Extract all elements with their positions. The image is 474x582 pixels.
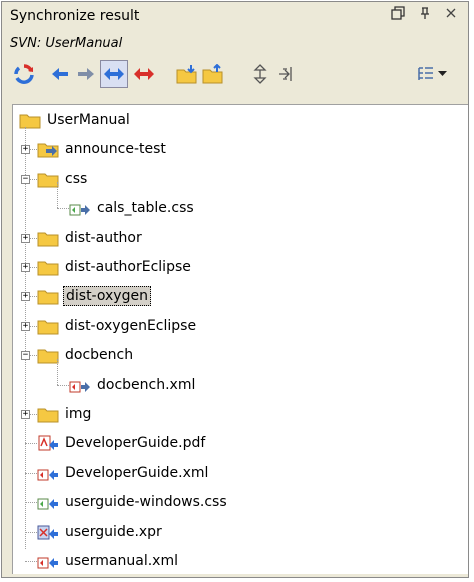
toolbar <box>2 60 468 90</box>
tree-item[interactable]: css <box>37 167 89 191</box>
pin-icon[interactable] <box>416 6 434 24</box>
tree-root-label: UserManual <box>47 112 130 128</box>
sync-tree[interactable]: UserManual + announce-test − css cals_table.… <box>12 104 468 574</box>
tree-item-label: dist-oxygen <box>63 286 151 307</box>
tree-item[interactable]: announce-test <box>37 137 168 161</box>
pdf-file-incoming-icon <box>38 435 58 451</box>
tree-item[interactable]: docbench.xml <box>69 373 197 397</box>
both-directions-button[interactable] <box>100 60 128 88</box>
tree-item-label: dist-author <box>65 229 142 246</box>
tree-item-label: docbench.xml <box>97 376 196 393</box>
left-arrow-blue-icon <box>52 68 68 80</box>
tree-item-label: announce-test <box>65 141 166 158</box>
tree-item[interactable]: dist-oxygenEclipse <box>37 314 198 338</box>
folder-icon <box>37 290 59 305</box>
tree-item-label: dist-oxygenEclipse <box>65 317 197 334</box>
incoming-mode-button[interactable] <box>46 60 74 88</box>
tree-connector <box>25 443 37 445</box>
tree-item-label: css <box>65 170 88 187</box>
tree-item[interactable]: cals_table.css <box>69 196 196 220</box>
restore-icon[interactable] <box>389 6 407 24</box>
tree-item[interactable]: docbench <box>37 343 135 367</box>
right-arrow-gray-icon <box>78 68 94 80</box>
tree-item-label: userguide-windows.css <box>65 494 227 511</box>
tree-item[interactable]: userguide-windows.css <box>37 490 229 514</box>
tree-item[interactable]: img <box>37 402 93 426</box>
synchronize-view: Synchronize result SVN: UserManual UserM… <box>1 1 469 578</box>
updown-arrows-icon <box>253 64 267 84</box>
xml-file-incoming-icon <box>37 557 58 569</box>
css-file-outgoing-icon <box>69 204 90 216</box>
repository-label: SVN: UserManual <box>10 36 123 51</box>
tree-item-label: usermanual.xml <box>65 553 178 569</box>
arrow-bar-icon <box>279 67 292 81</box>
tree-item[interactable]: usermanual.xml <box>37 549 180 573</box>
folder-expand-icon <box>176 65 197 84</box>
tree-connector <box>25 502 37 504</box>
folder-icon <box>19 114 41 129</box>
double-arrow-red-icon <box>134 68 154 80</box>
view-menu-button[interactable] <box>434 60 450 88</box>
tree-expander[interactable]: + <box>21 410 30 419</box>
tree-expander[interactable]: + <box>21 233 30 243</box>
collapse-all-button[interactable] <box>200 60 228 88</box>
tree-root[interactable]: UserManual <box>19 108 132 132</box>
chevron-down-icon <box>437 71 447 76</box>
previous-change-button[interactable] <box>246 60 274 88</box>
tree-item-label: img <box>65 406 92 422</box>
tree-item[interactable]: userguide.xpr <box>37 520 164 544</box>
tree-expander[interactable]: − <box>21 351 30 361</box>
folder-icon <box>37 232 59 247</box>
tree-item[interactable]: DeveloperGuide.pdf <box>37 431 207 455</box>
folder-icon <box>37 261 59 276</box>
folder-collapse-icon <box>202 64 223 84</box>
tree-item-label: docbench <box>65 347 134 364</box>
tree-item-label: userguide.xpr <box>65 523 162 540</box>
tree-connector <box>57 384 69 386</box>
tree-item[interactable]: DeveloperGuide.xml <box>37 461 210 485</box>
expand-all-button[interactable] <box>174 60 202 88</box>
folder-icon <box>37 173 59 188</box>
close-icon[interactable] <box>442 6 460 24</box>
tree-item-label: DeveloperGuide.xml <box>65 464 209 481</box>
tree-expander[interactable]: − <box>21 174 30 184</box>
tree-item[interactable]: dist-author <box>37 226 144 250</box>
xml-file-outgoing-icon <box>69 381 90 393</box>
tree-item-label: cals_table.css <box>97 200 194 217</box>
folder-icon <box>37 408 59 423</box>
view-titlebar: Synchronize result <box>2 2 468 29</box>
conflicts-mode-button[interactable] <box>130 60 158 88</box>
tree-expander[interactable]: + <box>21 292 30 302</box>
refresh-icon <box>14 64 34 84</box>
tree-item-label: dist-authorEclipse <box>65 259 191 275</box>
folder-outgoing-icon <box>37 143 59 158</box>
view-title: Synchronize result <box>10 8 140 24</box>
folder-icon <box>37 320 59 335</box>
tree-connector <box>25 127 26 549</box>
tree-connector <box>57 358 58 385</box>
tree-expander[interactable]: + <box>21 321 30 331</box>
outgoing-mode-button[interactable] <box>72 60 100 88</box>
tree-item[interactable]: dist-oxygen <box>37 284 151 308</box>
tree-connector <box>25 472 37 474</box>
tree-item[interactable]: dist-authorEclipse <box>37 255 193 279</box>
tree-expander[interactable]: + <box>21 263 30 272</box>
tree-item-label: DeveloperGuide.pdf <box>65 435 206 452</box>
xml-file-incoming-icon <box>37 469 58 481</box>
refresh-button[interactable] <box>10 60 38 88</box>
tree-connector <box>57 208 69 210</box>
tree-connector <box>57 182 58 209</box>
folder-icon <box>37 349 59 364</box>
double-arrow-blue-icon <box>104 68 124 80</box>
next-change-button[interactable] <box>272 60 300 88</box>
tree-expander[interactable]: + <box>21 145 30 155</box>
tree-list-icon <box>418 67 433 80</box>
tree-connector <box>25 531 37 533</box>
css-file-incoming-icon <box>37 498 58 510</box>
tree-connector <box>25 561 37 562</box>
xpr-file-incoming-icon <box>37 525 58 540</box>
